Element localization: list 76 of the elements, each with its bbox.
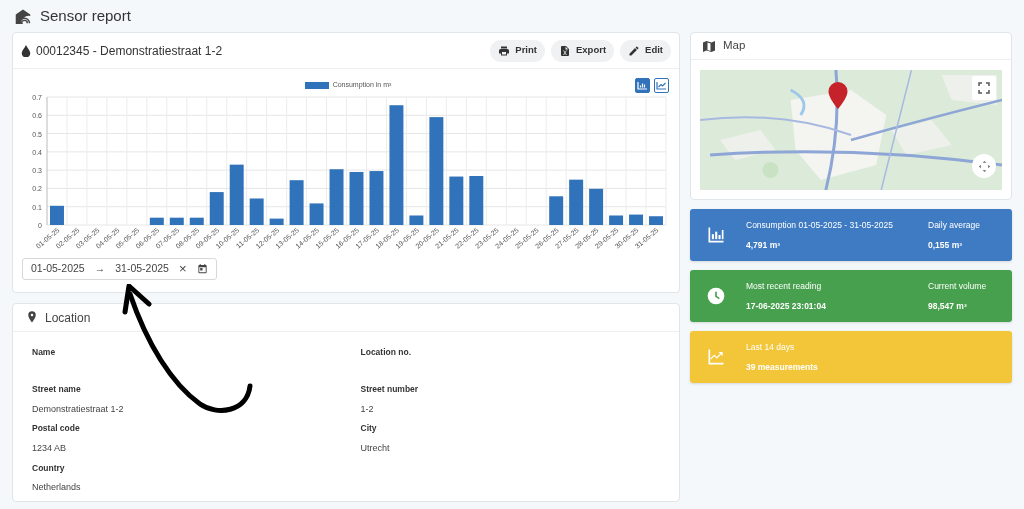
location-marker-icon xyxy=(828,82,848,109)
bar xyxy=(409,215,424,225)
page-title: Sensor report xyxy=(40,5,131,26)
trend-chart-icon xyxy=(706,347,726,367)
bar xyxy=(469,176,484,225)
fullscreen-icon xyxy=(978,82,990,94)
line-chart-toggle[interactable] xyxy=(654,77,669,93)
field-label: Postal code xyxy=(32,422,81,435)
stat-value: 98,547 m³ xyxy=(928,299,968,313)
field-label: Name xyxy=(32,346,57,359)
stat-value: 17-06-2025 23:01:04 xyxy=(746,299,827,313)
bar xyxy=(549,196,564,225)
field-value: 1234 AB xyxy=(32,442,68,455)
bar xyxy=(189,217,204,225)
stat-label: Consumption 01-05-2025 - 31-05-2025 xyxy=(746,218,894,232)
line-chart-icon xyxy=(656,80,667,90)
sensor-title: 00012345 - Demonstratiestraat 1-2 xyxy=(36,42,223,60)
bar xyxy=(609,215,624,225)
bar xyxy=(629,214,644,225)
bar xyxy=(249,198,264,225)
field-label: Street number xyxy=(360,383,420,396)
calendar-icon[interactable] xyxy=(196,262,208,275)
field-label: Location no. xyxy=(360,346,413,359)
sensor-signal-icon xyxy=(14,8,32,24)
range-arrow: → xyxy=(94,261,106,276)
bar xyxy=(269,218,284,225)
bar xyxy=(169,217,184,225)
pencil-icon xyxy=(628,44,641,57)
four-arrows-icon xyxy=(977,159,991,173)
start-date: 01-05-2025 xyxy=(31,261,85,276)
stat-value: 0,155 m³ xyxy=(928,238,964,252)
bar xyxy=(569,179,584,225)
bar xyxy=(369,171,384,225)
stat-label: Last 14 days xyxy=(746,340,796,354)
location-title: Location xyxy=(45,309,91,327)
clear-icon[interactable]: × xyxy=(178,262,187,276)
bar xyxy=(349,171,364,225)
stat-label: Daily average xyxy=(928,218,981,232)
field-label: Country xyxy=(32,461,66,475)
field-value: Netherlands xyxy=(32,481,82,495)
field-label: City xyxy=(360,422,378,435)
field-value: Demonstratiestraat 1-2 xyxy=(32,402,125,416)
action-button[interactable]: Export xyxy=(550,39,615,62)
bar xyxy=(149,217,164,225)
action-button[interactable]: Edit xyxy=(620,39,671,62)
clock-icon xyxy=(706,286,726,306)
action-button[interactable]: Print xyxy=(490,39,545,62)
end-date: 31-05-2025 xyxy=(115,261,169,276)
bar xyxy=(649,216,663,225)
stat-value: 39 measurements xyxy=(746,360,819,374)
map-icon xyxy=(703,40,715,52)
field-value: Utrecht xyxy=(360,442,391,455)
printer-icon xyxy=(498,44,511,57)
stat-label: Current volume xyxy=(928,279,988,293)
bar-chart-icon xyxy=(706,225,726,245)
stat-label: Most recent reading xyxy=(746,279,823,293)
bar xyxy=(50,205,64,225)
bar xyxy=(449,176,464,225)
bar xyxy=(589,188,604,225)
bar xyxy=(209,192,224,225)
water-drop-icon xyxy=(21,44,31,57)
date-range-field[interactable]: 01-05-2025 → 31-05-2025 × xyxy=(22,257,217,280)
bar xyxy=(309,203,324,225)
bar xyxy=(329,169,344,225)
bar-chart-toggle[interactable] xyxy=(635,77,650,93)
map-pin-icon xyxy=(27,311,37,324)
bar xyxy=(289,180,304,225)
map-title: Map xyxy=(723,38,746,54)
bar xyxy=(229,164,244,225)
field-value: 1-2 xyxy=(360,402,375,416)
spreadsheet-file-icon xyxy=(558,44,571,57)
field-label: Street name xyxy=(32,383,82,396)
fullscreen-button[interactable] xyxy=(972,76,996,100)
stat-value: 4,791 m³ xyxy=(746,238,782,252)
bar-chart-icon xyxy=(637,80,648,90)
legend-swatch xyxy=(304,81,329,89)
